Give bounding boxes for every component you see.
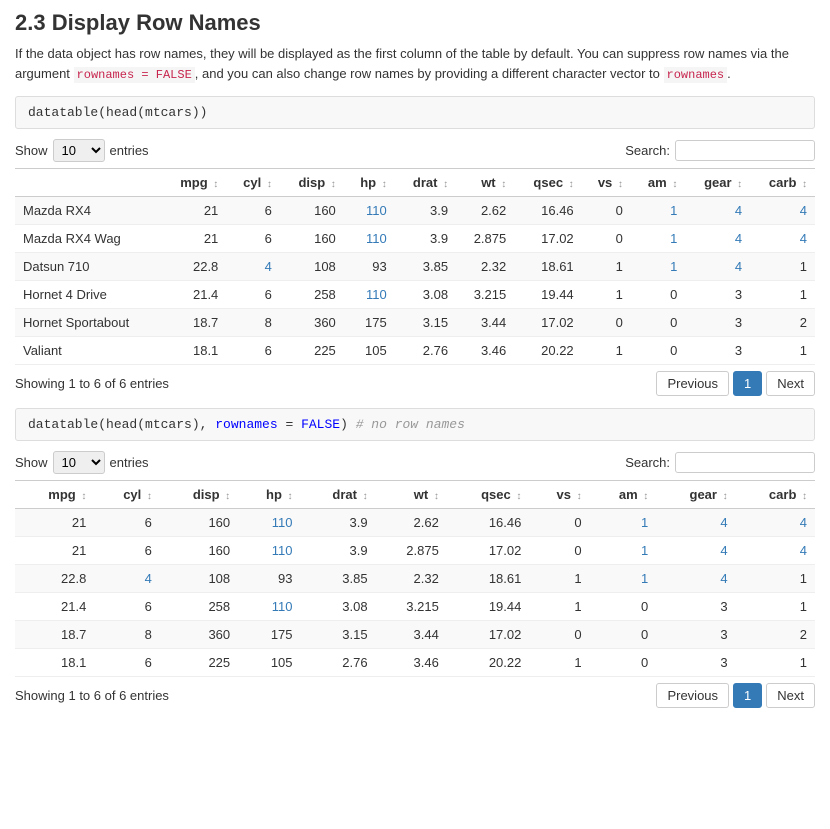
dt2-th-carb[interactable]: carb ↕	[736, 480, 815, 508]
table-row: Datsun 71022.84108933.852.3218.611141	[15, 252, 815, 280]
dt2-th-drat[interactable]: drat ↕	[301, 480, 376, 508]
table-row: 18.162251052.763.4620.221031	[15, 648, 815, 676]
datatable-1: datatable(head(mtcars)) Show 10 25 50 10…	[15, 96, 815, 396]
table-row: 18.783601753.153.4417.020032	[15, 620, 815, 648]
dt1-th-gear[interactable]: gear ↕	[685, 168, 750, 196]
dt2-search-label: Search:	[625, 455, 670, 470]
dt2-show: Show 10 25 50 100 entries	[15, 451, 149, 474]
dt1-th-vs[interactable]: vs ↕	[582, 168, 631, 196]
dt1-entries-label: entries	[110, 143, 149, 158]
dt2-table: mpg ↕ cyl ↕ disp ↕ hp ↕ drat ↕ wt ↕ qsec…	[15, 480, 815, 677]
inline-code-rownames2: rownames	[664, 67, 728, 83]
dt1-th-drat[interactable]: drat ↕	[395, 168, 456, 196]
dt1-page-1[interactable]: 1	[733, 371, 762, 396]
dt1-show: Show 10 25 50 100 entries	[15, 139, 149, 162]
table-row: Valiant18.162251052.763.4620.221031	[15, 336, 815, 364]
dt1-th-mpg[interactable]: mpg ↕	[162, 168, 227, 196]
datatable-2: datatable(head(mtcars), rownames = FALSE…	[15, 408, 815, 708]
table-row: 22.84108933.852.3218.611141	[15, 564, 815, 592]
dt2-th-mpg[interactable]: mpg ↕	[15, 480, 94, 508]
dt2-th-disp[interactable]: disp ↕	[160, 480, 238, 508]
table-row: Hornet 4 Drive21.462581103.083.21519.441…	[15, 280, 815, 308]
dt1-search-input[interactable]	[675, 140, 815, 161]
code-text-1: datatable(head(mtcars))	[28, 105, 207, 120]
dt2-th-gear[interactable]: gear ↕	[656, 480, 735, 508]
dt1-pagination: Previous 1 Next	[656, 371, 815, 396]
dt1-header-row: mpg ↕ cyl ↕ disp ↕ hp ↕ drat ↕ wt ↕ qsec…	[15, 168, 815, 196]
dt2-th-vs[interactable]: vs ↕	[529, 480, 589, 508]
page-title: 2.3 Display Row Names	[15, 10, 815, 36]
dt1-show-label: Show	[15, 143, 48, 158]
dt2-th-am[interactable]: am ↕	[590, 480, 657, 508]
dt2-next-button[interactable]: Next	[766, 683, 815, 708]
dt1-show-select[interactable]: 10 25 50 100	[53, 139, 105, 162]
dt1-th-wt[interactable]: wt ↕	[456, 168, 514, 196]
table-row: 2161601103.92.87517.020144	[15, 536, 815, 564]
dt2-showing: Showing 1 to 6 of 6 entries	[15, 688, 169, 703]
dt1-search: Search:	[625, 140, 815, 161]
dt2-entries-label: entries	[110, 455, 149, 470]
dt2-th-cyl[interactable]: cyl ↕	[94, 480, 160, 508]
dt1-showing: Showing 1 to 6 of 6 entries	[15, 376, 169, 391]
page-description: If the data object has row names, they w…	[15, 44, 815, 84]
dt2-page-1[interactable]: 1	[733, 683, 762, 708]
code-comment-2: # no row names	[348, 417, 465, 432]
dt1-search-label: Search:	[625, 143, 670, 158]
dt2-show-select[interactable]: 10 25 50 100	[53, 451, 105, 474]
dt1-next-button[interactable]: Next	[766, 371, 815, 396]
dt2-th-hp[interactable]: hp ↕	[238, 480, 300, 508]
dt1-th-qsec[interactable]: qsec ↕	[514, 168, 581, 196]
dt2-header-row: mpg ↕ cyl ↕ disp ↕ hp ↕ drat ↕ wt ↕ qsec…	[15, 480, 815, 508]
dt1-th-disp[interactable]: disp ↕	[280, 168, 344, 196]
dt2-controls-top: Show 10 25 50 100 entries Search:	[15, 451, 815, 474]
table-row: Hornet Sportabout18.783601753.153.4417.0…	[15, 308, 815, 336]
dt1-controls-top: Show 10 25 50 100 entries Search:	[15, 139, 815, 162]
dt1-th-cyl[interactable]: cyl ↕	[226, 168, 280, 196]
dt2-pagination: Previous 1 Next	[656, 683, 815, 708]
dt2-search-input[interactable]	[675, 452, 815, 473]
table-row: 2161601103.92.6216.460144	[15, 508, 815, 536]
dt2-show-label: Show	[15, 455, 48, 470]
dt1-prev-button[interactable]: Previous	[656, 371, 729, 396]
code-text-2: datatable(head(mtcars), rownames = FALSE…	[28, 417, 348, 432]
dt1-th-carb[interactable]: carb ↕	[750, 168, 815, 196]
dt1-th-am[interactable]: am ↕	[631, 168, 685, 196]
dt1-th-hp[interactable]: hp ↕	[344, 168, 395, 196]
dt1-footer: Showing 1 to 6 of 6 entries Previous 1 N…	[15, 371, 815, 396]
table-row: Mazda RX4 Wag2161601103.92.87517.020144	[15, 224, 815, 252]
dt2-prev-button[interactable]: Previous	[656, 683, 729, 708]
code-block-1: datatable(head(mtcars))	[15, 96, 815, 129]
dt1-table: mpg ↕ cyl ↕ disp ↕ hp ↕ drat ↕ wt ↕ qsec…	[15, 168, 815, 365]
code-block-2: datatable(head(mtcars), rownames = FALSE…	[15, 408, 815, 441]
table-row: 21.462581103.083.21519.441031	[15, 592, 815, 620]
dt2-th-qsec[interactable]: qsec ↕	[447, 480, 530, 508]
table-row: Mazda RX42161601103.92.6216.460144	[15, 196, 815, 224]
dt2-search: Search:	[625, 452, 815, 473]
dt2-th-wt[interactable]: wt ↕	[376, 480, 447, 508]
dt1-th-rowname[interactable]	[15, 168, 162, 196]
inline-code-rownames: rownames = FALSE	[74, 67, 195, 83]
dt2-footer: Showing 1 to 6 of 6 entries Previous 1 N…	[15, 683, 815, 708]
